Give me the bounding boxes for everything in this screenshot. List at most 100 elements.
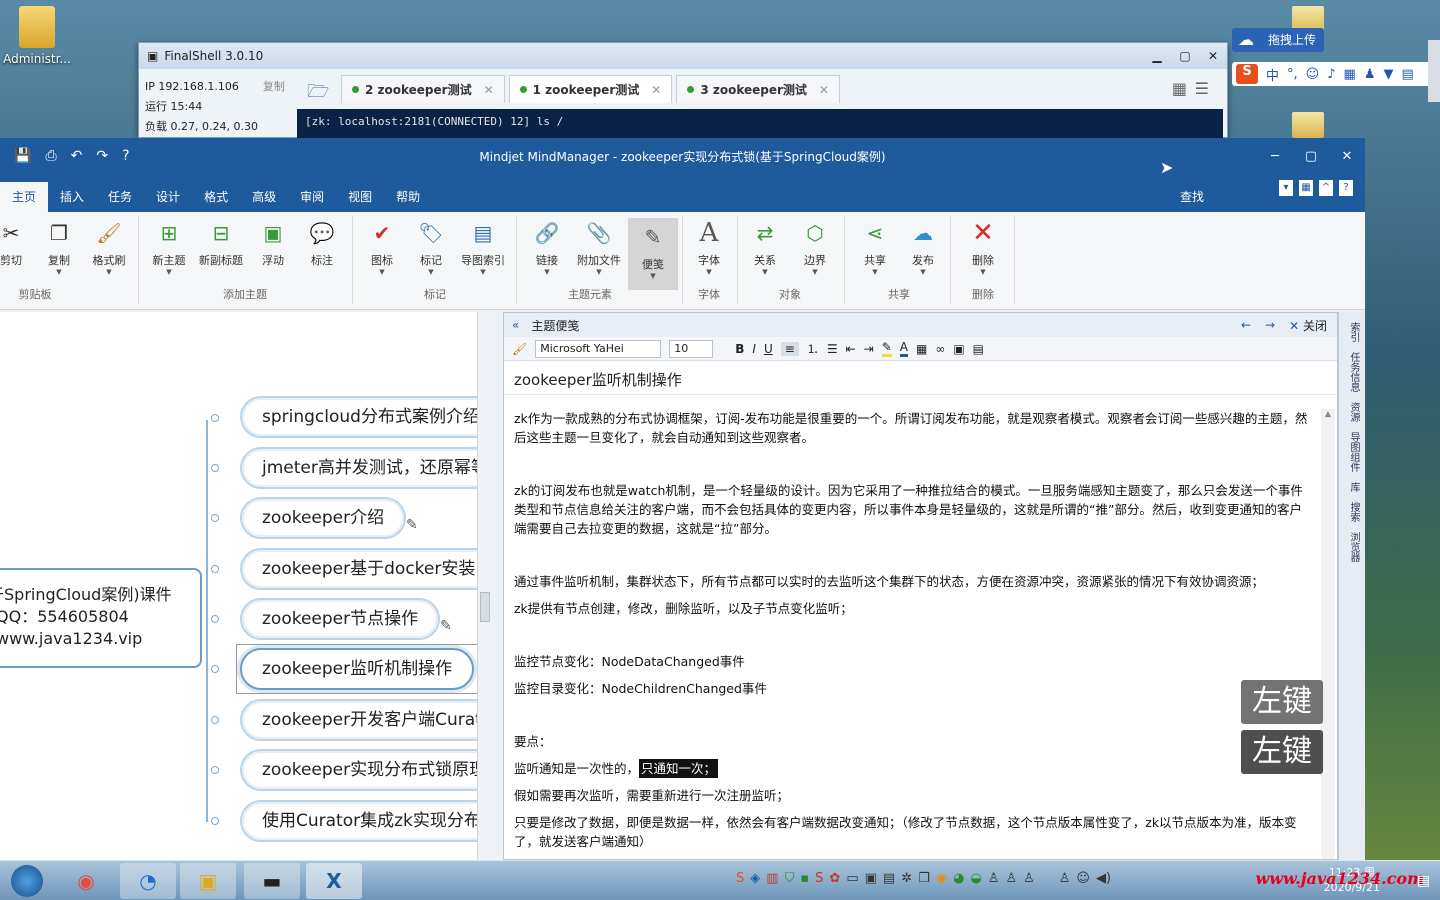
collapse-dot[interactable] — [211, 615, 219, 623]
wechat-tray-icon[interactable]: ◒ — [970, 871, 981, 886]
keyboard-icon[interactable]: ▦ — [1344, 67, 1356, 82]
note-icon[interactable]: ✎ — [440, 618, 452, 634]
table-icon[interactable]: ▦ — [916, 342, 927, 356]
tab-view[interactable]: 视图 — [336, 182, 384, 212]
user-tray-icon[interactable]: ☺ — [1076, 871, 1090, 886]
help-box-icon[interactable]: ? — [122, 148, 129, 164]
shield-tray-icon[interactable]: ⛉ — [785, 871, 795, 886]
monitor-tray-icon[interactable]: ▣ — [865, 871, 877, 886]
font-color-icon[interactable]: A — [899, 340, 908, 357]
boundary-button[interactable]: ⬡ 边界 ▼ — [790, 218, 840, 276]
prev-arrow-icon[interactable]: ← — [1241, 318, 1251, 332]
desktop-folder-icon[interactable] — [1292, 112, 1324, 138]
menu-icon[interactable]: ☰ — [1195, 79, 1209, 98]
copy-button[interactable]: ❐ 复制 ▼ — [34, 218, 84, 276]
bullet-list-icon[interactable]: ☰ — [827, 342, 838, 356]
folder-open-icon[interactable]: 🗁 — [307, 79, 329, 109]
mind-map-canvas[interactable]: 于SpringCloud案例)课件 QQ：554605804 www.java1… — [0, 312, 477, 860]
note-scrollbar[interactable]: ▲ — [1321, 409, 1335, 859]
tab-review[interactable]: 审阅 — [288, 182, 336, 212]
sogou-s-tray-icon[interactable]: S — [815, 871, 823, 886]
undo-icon[interactable]: ↶ — [71, 148, 83, 164]
italic-icon[interactable]: I — [752, 342, 756, 356]
mindmanager-window[interactable]: 💾 ⎙ ↶ ↷ ? Mindjet MindManager - zookeepe… — [0, 138, 1365, 860]
topic-docker-install[interactable]: zookeeper基于docker安装 — [240, 548, 477, 590]
numbered-list-icon[interactable]: ⒈ — [807, 340, 819, 357]
side-tab-map-parts[interactable]: 导图组件 — [1346, 432, 1361, 472]
font-button[interactable]: A 字体 ▼ — [684, 218, 734, 276]
redo-icon[interactable]: ↷ — [96, 148, 108, 164]
ime-toolbar[interactable]: S 中 °, ☺ ♪ ▦ ♟ ▼ ▤ — [1232, 62, 1430, 86]
note-topic-title[interactable]: zookeeper监听机制操作 — [504, 361, 1337, 395]
insert-object-icon[interactable]: ▤ — [973, 342, 984, 356]
shirt-icon[interactable]: ▼ — [1383, 67, 1393, 82]
tab-help[interactable]: 帮助 — [384, 182, 432, 212]
bold-icon[interactable]: B — [735, 342, 744, 356]
hyperlink-icon[interactable]: ∞ — [935, 342, 945, 356]
note-button[interactable]: ✎ 便笺 ▼ — [628, 218, 678, 290]
desktop-icon-administrator[interactable]: Administr... — [2, 6, 72, 66]
side-tab-resources[interactable]: 资源 — [1346, 402, 1361, 422]
collapse-dot[interactable] — [211, 464, 219, 472]
tab-advanced[interactable]: 高级 — [240, 182, 288, 212]
outdent-icon[interactable]: ⇤ — [846, 342, 856, 356]
start-button[interactable] — [2, 863, 52, 899]
mic-icon[interactable]: ♪ — [1327, 67, 1335, 82]
box-tray-icon[interactable]: ◈ — [750, 871, 760, 886]
save-icon[interactable]: 💾 — [14, 148, 31, 164]
close-note-button[interactable]: ✕ 关闭 — [1289, 317, 1327, 334]
topic-lock-principle[interactable]: zookeeper实现分布式锁原理 — [240, 749, 477, 791]
minimize-button[interactable]: ─ — [1257, 149, 1293, 164]
settings-tray-icon[interactable]: ✲ — [901, 871, 912, 886]
qq-tray-icon[interactable]: ♙ — [1005, 871, 1017, 886]
session-tab-1[interactable]: 1 zookeeper测试 ✕ — [508, 75, 673, 103]
qq-tray-icon[interactable]: ♙ — [1059, 871, 1071, 886]
collapse-dot[interactable] — [211, 766, 219, 774]
collapse-dot[interactable] — [211, 716, 219, 724]
side-tab-task-info[interactable]: 任务信息 — [1346, 352, 1361, 392]
tab-task[interactable]: 任务 — [96, 182, 144, 212]
font-family-select[interactable]: Microsoft YaHei — [535, 339, 662, 358]
notification-icon[interactable]: ▤ — [1417, 873, 1430, 889]
font-size-select[interactable]: 10 — [669, 339, 714, 358]
finalshell-window[interactable]: ▣ FinalShell 3.0.10 ▁ ▢ ✕ IP 192.168.1.1… — [138, 42, 1228, 139]
tab-close-icon[interactable]: ✕ — [819, 83, 829, 97]
ime-mode[interactable]: 中 — [1266, 65, 1279, 84]
qq-tray-icon[interactable]: ♙ — [988, 871, 1000, 886]
splitter[interactable] — [477, 312, 503, 860]
maximize-button[interactable]: ▢ — [1293, 149, 1329, 164]
map-index-button[interactable]: ▤ 导图索引 ▼ — [458, 218, 508, 276]
punct-icon[interactable]: °, — [1287, 67, 1298, 82]
taskbar-app-mindmanager[interactable]: X — [306, 863, 362, 899]
central-topic[interactable]: 于SpringCloud案例)课件 QQ：554605804 www.java1… — [0, 568, 202, 668]
maximize-button[interactable]: ▢ — [1171, 49, 1199, 63]
side-tab-browser[interactable]: 浏览器 — [1346, 532, 1361, 562]
topic-curator-client[interactable]: zookeeper开发客户端Curator — [240, 699, 477, 741]
new-subtopic-button[interactable]: ⊟ 新副标题 — [196, 218, 246, 268]
topic-curator-lock[interactable]: 使用Curator集成zk实现分布式 — [240, 800, 477, 842]
collapse-left-icon[interactable]: « — [512, 318, 519, 332]
topic-jmeter-test[interactable]: jmeter高并发测试，还原幂等 — [240, 447, 477, 489]
tab-insert[interactable]: 插入 — [48, 182, 96, 212]
help-icon[interactable]: ? — [1339, 180, 1353, 196]
topic-node-operations[interactable]: zookeeper节点操作 — [240, 598, 441, 640]
collapse-dot[interactable] — [211, 565, 219, 573]
link-button[interactable]: 🔗 链接 ▼ — [522, 218, 572, 276]
new-topic-button[interactable]: ⊞ 新主题 ▼ — [144, 218, 194, 276]
volume-tray-icon[interactable]: ◀) — [1096, 871, 1111, 886]
topic-zookeeper-intro[interactable]: zookeeper介绍 — [240, 497, 407, 539]
attachment-button[interactable]: 📎 附加文件 ▼ — [574, 218, 624, 276]
publish-button[interactable]: ☁ 发布 ▼ — [898, 218, 948, 276]
collapse-dot[interactable] — [211, 665, 219, 673]
highlight-icon[interactable]: ✎ — [881, 340, 892, 357]
tab-close-icon[interactable]: ✕ — [484, 83, 494, 97]
underline-icon[interactable]: U — [764, 342, 773, 356]
find-button[interactable]: 查找 — [1168, 182, 1216, 212]
indent-icon[interactable]: ⇥ — [864, 342, 874, 356]
minimize-button[interactable]: ▁ — [1143, 49, 1171, 63]
nvidia-tray-icon[interactable]: ▪ — [800, 871, 809, 886]
image-icon[interactable]: ▣ — [953, 342, 964, 356]
qq-tray-icon[interactable]: ♙ — [1023, 871, 1035, 886]
collapse-dot[interactable] — [211, 817, 219, 825]
orange-tray-icon[interactable]: ◉ — [936, 871, 947, 886]
